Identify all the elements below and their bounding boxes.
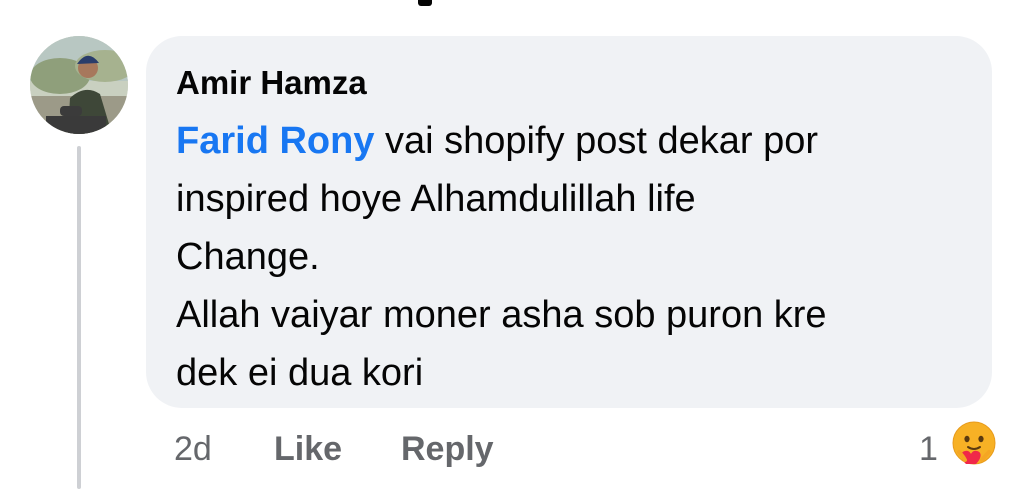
comment-text-line-2: inspired hoye Alhamdulillah life: [176, 178, 696, 220]
comment-text-line-5: dek ei dua kori: [176, 352, 424, 394]
care-reaction-icon[interactable]: [951, 420, 997, 466]
reaction-count[interactable]: 1: [919, 426, 938, 472]
previous-comment-edge: [418, 0, 432, 6]
like-button[interactable]: Like: [274, 426, 342, 472]
reply-button[interactable]: Reply: [401, 426, 494, 472]
comment-text: Farid Rony vai shopify post dekar por in…: [176, 112, 976, 402]
reply-thread-line: [77, 146, 81, 489]
comment-text-line-4: Allah vaiyar moner asha sob puron kre: [176, 294, 827, 336]
comment-bubble: Amir Hamza Farid Rony vai shopify post d…: [146, 36, 992, 408]
avatar-image: [30, 36, 128, 134]
comment-author[interactable]: Amir Hamza: [176, 64, 367, 102]
avatar[interactable]: [30, 36, 128, 134]
comment-text-line-3: Change.: [176, 236, 320, 278]
comment-text-line-1: vai shopify post dekar por: [374, 120, 819, 162]
mention-link[interactable]: Farid Rony: [176, 120, 374, 162]
timestamp[interactable]: 2d: [174, 426, 212, 472]
